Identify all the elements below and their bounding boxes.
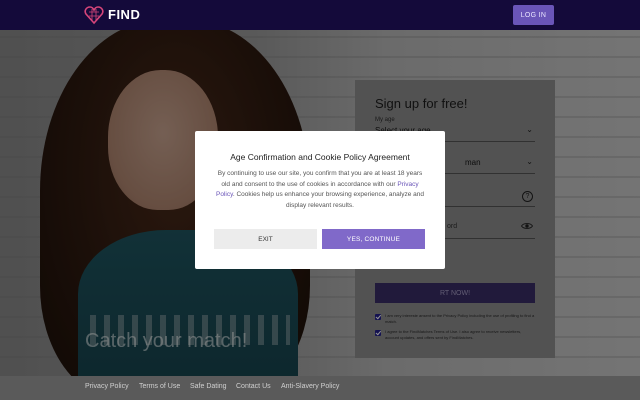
yes-continue-button[interactable]: YES, CONTINUE [322,229,425,249]
site-logo[interactable]: FIND [84,4,140,26]
footer-link-privacy[interactable]: Privacy Policy [85,383,129,390]
footer-link-safe-dating[interactable]: Safe Dating [190,383,227,390]
age-cookie-modal: Age Confirmation and Cookie Policy Agree… [195,131,445,269]
footer-link-terms[interactable]: Terms of Use [139,383,180,390]
footer-link-anti-slavery[interactable]: Anti-Slavery Policy [281,383,339,390]
heart-logo-icon [84,6,104,25]
modal-body-text: By continuing to use our site, you confi… [217,170,423,188]
footer-link-contact[interactable]: Contact Us [236,383,271,390]
exit-button[interactable]: EXIT [214,229,317,249]
login-button[interactable]: LOG IN [513,5,554,25]
logo-text: FIND [108,7,141,22]
modal-title: Age Confirmation and Cookie Policy Agree… [230,152,410,162]
site-header: FIND LOG IN [0,0,640,30]
site-footer: Privacy Policy Terms of Use Safe Dating … [0,376,640,400]
modal-body-text-end: . Cookies help us enhance your browsing … [232,191,424,209]
modal-body: By continuing to use our site, you confi… [215,169,425,211]
